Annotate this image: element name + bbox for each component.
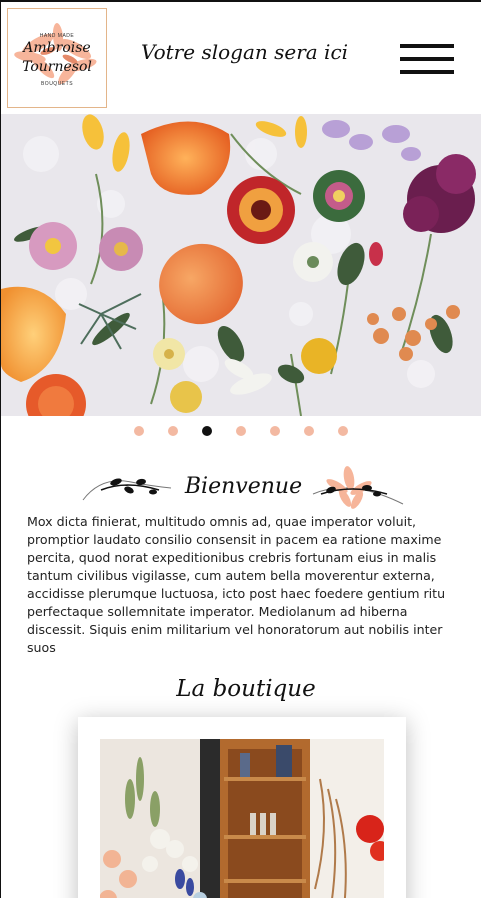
- logo-name-line2: Tournesol: [22, 59, 92, 75]
- shop-photo: [100, 739, 384, 898]
- carousel-dot-2[interactable]: [168, 426, 178, 436]
- site-header: HAND MADE Ambroise Tournesol BOUQUETS Vo…: [1, 2, 481, 114]
- flower-shop-photo: [100, 739, 384, 898]
- shop-card[interactable]: [78, 717, 406, 898]
- menu-bar-bottom: [400, 70, 454, 74]
- carousel-dot-7[interactable]: [338, 426, 348, 436]
- carousel-dot-6[interactable]: [304, 426, 314, 436]
- welcome-paragraph: Mox dicta finierat, multitudo omnis ad, …: [27, 514, 446, 655]
- carousel-dot-3-active[interactable]: [202, 426, 212, 436]
- ornament-right-flower-icon: [312, 466, 404, 509]
- carousel-dot-4[interactable]: [236, 426, 246, 436]
- carousel-indicators: [134, 426, 354, 438]
- logo-top-text: HAND MADE: [39, 33, 75, 39]
- menu-bar-middle: [400, 57, 454, 61]
- logo-bottom-text: BOUQUETS: [40, 81, 74, 87]
- hero-image: [1, 114, 481, 416]
- menu-bar-top: [400, 44, 454, 48]
- ornament-left-icon: [82, 478, 172, 501]
- brand-logo[interactable]: HAND MADE Ambroise Tournesol BOUQUETS: [7, 8, 107, 108]
- flower-arrangement-photo: [1, 114, 481, 416]
- carousel-dot-1[interactable]: [134, 426, 144, 436]
- page-frame: HAND MADE Ambroise Tournesol BOUQUETS Vo…: [0, 0, 481, 898]
- shop-title: La boutique: [176, 676, 316, 702]
- carousel-dot-5[interactable]: [270, 426, 280, 436]
- site-slogan: Votre slogan sera ici: [141, 40, 349, 64]
- welcome-title: Bienvenue: [184, 474, 303, 499]
- hamburger-menu-icon[interactable]: [400, 44, 454, 76]
- logo-name-line1: Ambroise: [23, 40, 91, 56]
